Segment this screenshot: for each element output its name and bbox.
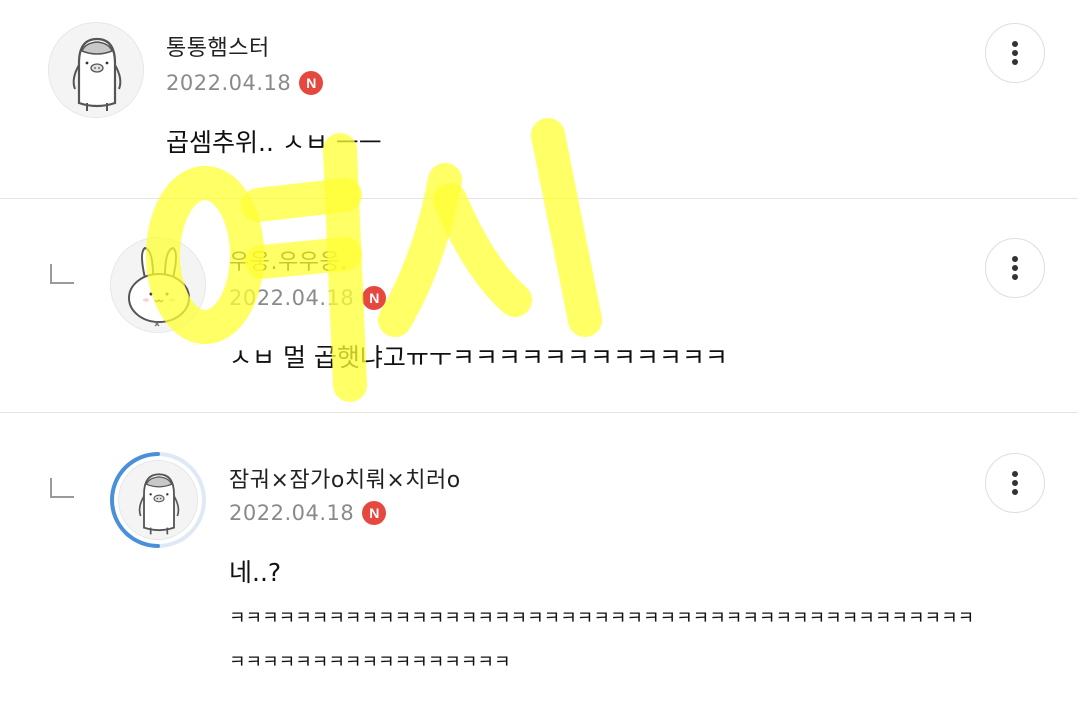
comment-text-line: 네..? <box>229 558 282 587</box>
comment-author[interactable]: 통통햄스터 <box>166 30 270 62</box>
avatar[interactable] <box>118 460 198 540</box>
more-vertical-icon <box>1012 471 1018 495</box>
comment-meta: 2022.04.18 N <box>229 501 387 525</box>
penguin-icon <box>49 23 143 117</box>
more-vertical-icon <box>1012 256 1018 280</box>
comment-list: 통통햄스터 2022.04.18 N 곱셈추위.. ㅅㅂ ㅡㅡ 우웅.우우웅. … <box>0 0 1078 716</box>
new-badge: N <box>362 286 387 310</box>
more-options-button[interactable] <box>985 453 1045 513</box>
penguin-icon <box>119 461 197 539</box>
comment-text: 곱셈추위.. ㅅㅂ ㅡㅡ <box>166 128 382 157</box>
avatar[interactable] <box>48 22 144 118</box>
avatar[interactable] <box>110 237 206 333</box>
comment-meta: 2022.04.18 N <box>229 286 387 310</box>
comment-text: ㅅㅂ 멀 곱햇냐고ㅠㅜㅋㅋㅋㅋㅋㅋㅋㅋㅋㅋㅋㅋ <box>229 343 728 372</box>
new-badge: N <box>299 71 324 95</box>
comment-meta: 2022.04.18 N <box>166 71 324 95</box>
bunny-icon <box>111 238 205 332</box>
comment-author[interactable]: 우웅.우우웅. <box>229 244 348 276</box>
reply-arrow-icon <box>50 264 74 284</box>
new-badge: N <box>362 501 387 525</box>
comment-author[interactable]: 잠궈×잠가o치뤄×치러o <box>229 462 461 494</box>
more-options-button[interactable] <box>985 238 1045 298</box>
comment-date: 2022.04.18 <box>229 501 355 525</box>
comment-date: 2022.04.18 <box>166 71 292 95</box>
more-options-button[interactable] <box>985 23 1045 83</box>
comment-date: 2022.04.18 <box>229 286 355 310</box>
divider <box>0 198 1078 199</box>
divider <box>0 412 1078 413</box>
more-vertical-icon <box>1012 41 1018 65</box>
reply-arrow-icon <box>50 478 74 498</box>
comment-text-line: ㅋㅋㅋㅋㅋㅋㅋㅋㅋㅋㅋㅋㅋㅋㅋㅋㅋ <box>229 652 511 673</box>
comment-text-line: ㅋㅋㅋㅋㅋㅋㅋㅋㅋㅋㅋㅋㅋㅋㅋㅋㅋㅋㅋㅋㅋㅋㅋㅋㅋㅋㅋㅋㅋㅋㅋㅋㅋㅋㅋㅋㅋㅋㅋㅋ… <box>229 608 975 629</box>
